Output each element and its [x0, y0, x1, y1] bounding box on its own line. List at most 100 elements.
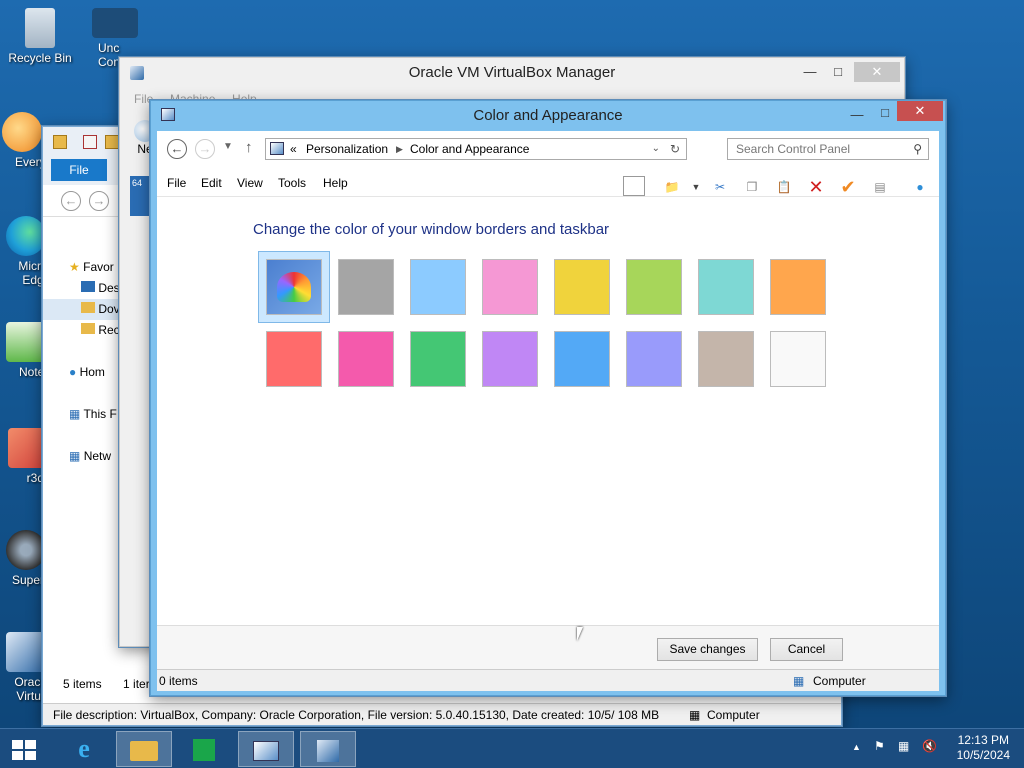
- menu-file[interactable]: File: [167, 176, 186, 190]
- desktop-icon-recycle-bin[interactable]: Recycle Bin: [0, 8, 80, 65]
- properties-icon[interactable]: [83, 135, 97, 149]
- maximize-button[interactable]: □: [824, 62, 852, 82]
- breadcrumb-overflow[interactable]: «: [290, 139, 297, 159]
- windows-logo-icon: [12, 739, 36, 760]
- clock[interactable]: 12:13 PM 10/5/2024: [957, 733, 1010, 763]
- color-swatch-magenta[interactable]: [338, 331, 394, 387]
- taskbar-virtualbox[interactable]: [300, 731, 356, 767]
- taskbar-store[interactable]: [176, 731, 232, 767]
- minimize-button[interactable]: —: [843, 105, 871, 125]
- action-center-flag-icon[interactable]: ⚑: [874, 739, 885, 753]
- mouse-cursor-icon: [577, 627, 583, 641]
- save-changes-button[interactable]: Save changes: [657, 638, 758, 661]
- computer-icon: ▦: [69, 407, 81, 421]
- color-swatch-automatic[interactable]: [266, 259, 322, 315]
- close-button[interactable]: ✕: [897, 101, 943, 121]
- color-palette-icon: [277, 272, 311, 302]
- breadcrumb-color-appearance[interactable]: Color and Appearance: [410, 139, 529, 159]
- color-swatch-sky-blue[interactable]: [410, 259, 466, 315]
- cpl-titlebar: Color and Appearance — □ ✕: [151, 101, 945, 131]
- taskbar: e ▲ ⚑ ▦ 🔇 12:13 PM 10/5/2024: [0, 728, 1024, 768]
- recycle-bin-icon: [25, 8, 55, 48]
- window-title: Color and Appearance: [473, 107, 623, 124]
- start-button[interactable]: [0, 731, 48, 767]
- control-panel-icon: [253, 740, 279, 761]
- star-icon: ★: [69, 260, 80, 274]
- color-swatch-green[interactable]: [410, 331, 466, 387]
- menu-tools[interactable]: Tools: [278, 176, 306, 190]
- cpl-statusbar: 0 items ▦ Computer: [157, 669, 939, 691]
- ie-icon: e: [78, 734, 90, 763]
- quick-access-icon[interactable]: [53, 135, 67, 149]
- checkmark-icon[interactable]: ✔: [837, 176, 859, 198]
- color-swatch-violet[interactable]: [482, 331, 538, 387]
- page-heading: Change the color of your window borders …: [253, 221, 610, 238]
- folder-check-icon[interactable]: 📁: [661, 176, 683, 198]
- color-swatch-periwinkle[interactable]: [626, 331, 682, 387]
- menu-edit[interactable]: Edit: [201, 176, 222, 190]
- up-icon[interactable]: ↑: [245, 139, 253, 156]
- copy-icon[interactable]: ❐: [741, 176, 763, 198]
- color-swatch-red[interactable]: [266, 331, 322, 387]
- breadcrumb-separator-icon: ▶: [396, 144, 403, 154]
- menu-view[interactable]: View: [237, 176, 263, 190]
- preview-pane-icon[interactable]: [623, 176, 645, 196]
- recent-locations-icon[interactable]: ▼: [223, 141, 233, 152]
- cut-icon[interactable]: ✂: [709, 176, 731, 198]
- paste-icon[interactable]: 📋: [773, 176, 795, 198]
- color-swatch-lime[interactable]: [626, 259, 682, 315]
- color-appearance-window[interactable]: Color and Appearance — □ ✕ ← → ▼ ↑ « Per…: [150, 100, 946, 696]
- cpl-menubar: File Edit View Tools Help 📁 ▼ ✂ ❐ 📋 ✕ ✔ …: [157, 171, 939, 197]
- color-swatch-blue[interactable]: [554, 331, 610, 387]
- forward-icon[interactable]: →: [89, 191, 109, 211]
- explorer-status: 5 items 1 iter: [63, 677, 150, 691]
- network-icon[interactable]: ▦: [898, 739, 909, 753]
- taskbar-control-panel[interactable]: [238, 731, 294, 767]
- vbox-titlebar: Oracle VM VirtualBox Manager — □ ✕: [120, 58, 904, 88]
- search-input[interactable]: Search Control Panel ⚲: [727, 138, 929, 160]
- close-button[interactable]: ✕: [854, 62, 900, 82]
- color-swatch-orange[interactable]: [770, 259, 826, 315]
- taskbar-internet-explorer[interactable]: e: [56, 731, 112, 767]
- window-title: Oracle VM VirtualBox Manager: [408, 64, 616, 81]
- new-folder-icon[interactable]: [105, 135, 119, 149]
- notepad-icon: [6, 322, 46, 362]
- color-swatch-pink[interactable]: [482, 259, 538, 315]
- volume-muted-icon[interactable]: 🔇: [922, 739, 937, 753]
- color-swatch-yellow[interactable]: [554, 259, 610, 315]
- color-swatch-taupe[interactable]: [698, 331, 754, 387]
- desktop-folder-icon: [81, 281, 95, 292]
- description-bar: File description: VirtualBox, Company: O…: [43, 703, 841, 725]
- forward-icon[interactable]: →: [195, 139, 215, 159]
- delete-icon[interactable]: ✕: [805, 176, 827, 198]
- location-label: Computer: [813, 674, 866, 688]
- control-panel-app-icon: [161, 108, 175, 121]
- color-swatch-white[interactable]: [770, 331, 826, 387]
- desktop-icon-label: Recycle Bin: [8, 51, 72, 65]
- menu-help[interactable]: Help: [323, 176, 348, 190]
- back-icon[interactable]: ←: [167, 139, 187, 159]
- minimize-button[interactable]: —: [796, 62, 824, 82]
- properties-icon[interactable]: ▤: [869, 176, 891, 198]
- file-tab[interactable]: File: [51, 159, 107, 181]
- refresh-icon[interactable]: ↻: [670, 139, 680, 159]
- selected-count: 1 iter: [123, 677, 150, 691]
- folder-icon: [130, 740, 158, 761]
- show-hidden-icons[interactable]: ▲: [852, 742, 861, 752]
- address-dropdown-icon[interactable]: ⌄: [652, 139, 660, 159]
- color-swatch-gray[interactable]: [338, 259, 394, 315]
- superm-icon: [6, 530, 46, 570]
- control-panel-icon: [270, 142, 284, 155]
- breadcrumb-personalization[interactable]: Personalization: [306, 139, 388, 159]
- globe-icon[interactable]: ●: [909, 176, 931, 198]
- taskbar-file-explorer[interactable]: [116, 731, 172, 767]
- folder-dark-icon: [92, 8, 138, 38]
- color-swatch-teal[interactable]: [698, 259, 754, 315]
- back-icon[interactable]: ←: [61, 191, 81, 211]
- cancel-button[interactable]: Cancel: [770, 638, 843, 661]
- location-label: Computer: [707, 708, 760, 722]
- address-bar[interactable]: « Personalization ▶ Color and Appearance…: [265, 138, 687, 160]
- maximize-button[interactable]: □: [871, 103, 899, 123]
- virtualbox-icon: [317, 739, 339, 762]
- dropdown-icon[interactable]: ▼: [685, 176, 707, 198]
